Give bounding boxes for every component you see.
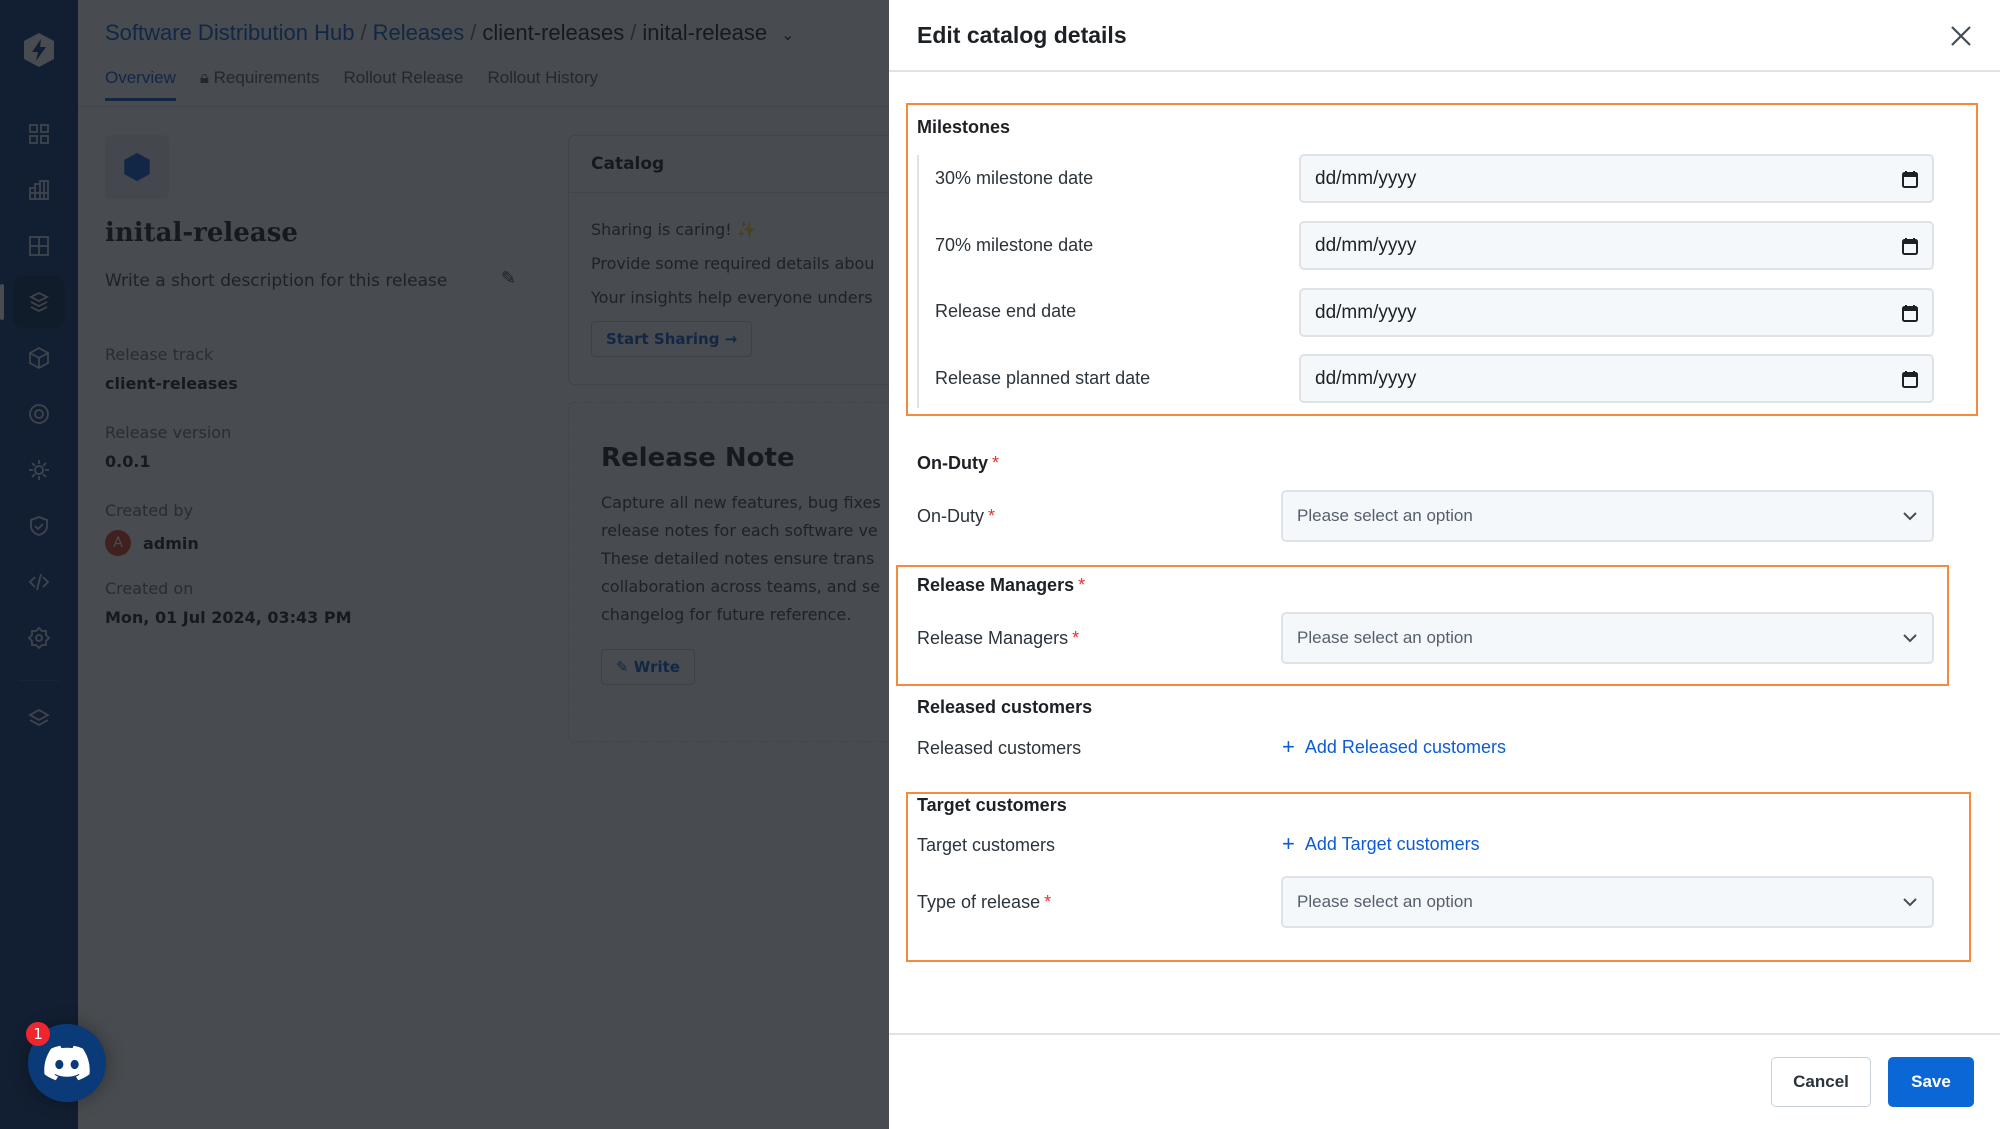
edit-catalog-drawer: Edit catalog details Milestones 30% mile…	[889, 0, 2000, 1129]
release-end-date-input[interactable]: dd/mm/yyyy	[1299, 288, 1934, 337]
date-value: dd/mm/yyyy	[1315, 301, 1417, 323]
release-managers-label: Release Managers *	[917, 628, 1079, 649]
select-placeholder: Please select an option	[1297, 892, 1473, 911]
add-target-customers-link[interactable]: + Add Target customers	[1282, 833, 1480, 855]
target-customers-label: Target customers	[917, 835, 1056, 855]
released-customers-label: Released customers	[917, 738, 1082, 758]
milestone-30-label: 30% milestone date	[935, 168, 1094, 188]
calendar-icon[interactable]	[1902, 304, 1918, 322]
release-managers-title: Release Managers *	[917, 575, 1085, 596]
release-managers-title-text: Release Managers	[917, 575, 1075, 595]
milestone-30-date-input[interactable]: dd/mm/yyyy	[1299, 154, 1934, 203]
milestones-title: Milestones	[917, 117, 1011, 137]
add-released-customers-label: Add Released customers	[1304, 736, 1506, 757]
release-managers-select[interactable]: Please select an option	[1281, 612, 1934, 664]
chevron-down-icon	[1903, 898, 1917, 907]
target-customers-title: Target customers	[917, 795, 1067, 815]
select-placeholder: Please select an option	[1297, 506, 1473, 525]
type-of-release-label-text: Type of release	[917, 892, 1041, 912]
save-button[interactable]: Save	[1888, 1057, 1974, 1107]
release-planned-start-label: Release planned start date	[935, 368, 1151, 388]
required-marker: *	[1078, 575, 1086, 595]
type-of-release-label: Type of release *	[917, 892, 1051, 913]
date-value: dd/mm/yyyy	[1315, 234, 1417, 256]
required-marker: *	[992, 453, 1000, 473]
drawer-header: Edit catalog details	[889, 0, 2000, 72]
on-duty-label-text: On-Duty	[917, 506, 985, 526]
chevron-down-icon	[1903, 634, 1917, 643]
on-duty-select[interactable]: Please select an option	[1281, 490, 1934, 542]
on-duty-label: On-Duty *	[917, 506, 995, 527]
cancel-button[interactable]: Cancel	[1771, 1057, 1871, 1107]
required-marker: *	[1072, 628, 1080, 648]
release-managers-label-text: Release Managers	[917, 628, 1069, 648]
type-of-release-select[interactable]: Please select an option	[1281, 876, 1934, 928]
select-placeholder: Please select an option	[1297, 628, 1473, 647]
required-marker: *	[1044, 892, 1052, 912]
milestones-indent-line	[917, 155, 919, 408]
calendar-icon[interactable]	[1902, 370, 1918, 388]
add-target-customers-label: Add Target customers	[1304, 833, 1480, 854]
close-icon[interactable]	[1948, 23, 1974, 49]
plus-icon: +	[1282, 831, 1295, 856]
drawer-title: Edit catalog details	[917, 21, 1127, 48]
on-duty-title-text: On-Duty	[917, 453, 988, 473]
add-released-customers-link[interactable]: + Add Released customers	[1282, 736, 1506, 758]
plus-icon: +	[1282, 734, 1295, 759]
calendar-icon[interactable]	[1902, 237, 1918, 255]
required-marker: *	[988, 506, 996, 526]
calendar-icon[interactable]	[1902, 170, 1918, 188]
drawer-footer-divider	[889, 1033, 2000, 1035]
notification-badge: 1	[26, 1022, 50, 1046]
chevron-down-icon	[1903, 512, 1917, 521]
released-customers-title: Released customers	[917, 697, 1093, 717]
release-end-date-label: Release end date	[935, 301, 1077, 321]
milestone-70-label: 70% milestone date	[935, 235, 1094, 255]
discord-icon	[44, 1045, 90, 1081]
release-planned-start-date-input[interactable]: dd/mm/yyyy	[1299, 354, 1934, 403]
on-duty-title: On-Duty *	[917, 453, 999, 474]
milestone-70-date-input[interactable]: dd/mm/yyyy	[1299, 221, 1934, 270]
date-value: dd/mm/yyyy	[1315, 367, 1417, 389]
date-value: dd/mm/yyyy	[1315, 167, 1417, 189]
